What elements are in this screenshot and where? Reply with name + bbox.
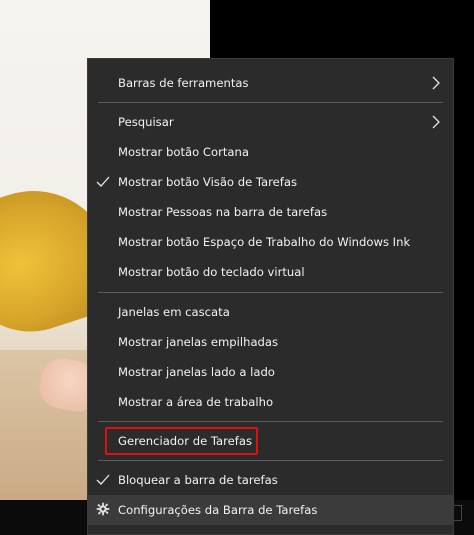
task-manager-highlight-box [105,427,258,455]
menu-item-show-cortana-button[interactable]: Mostrar botão Cortana [88,137,453,167]
menu-item-stacked-windows[interactable]: Mostrar janelas empilhadas [88,327,453,357]
menu-item-show-windows-ink[interactable]: Mostrar botão Espaço de Trabalho do Wind… [88,227,453,257]
checkmark-icon [96,176,110,187]
menu-item-label: Mostrar botão Visão de Tarefas [118,175,298,189]
chevron-right-icon [432,76,440,90]
menu-separator [98,102,443,103]
menu-item-search[interactable]: Pesquisar [88,107,453,137]
menu-separator [98,460,443,461]
menu-item-label: Mostrar janelas empilhadas [118,335,279,349]
menu-item-show-people[interactable]: Mostrar Pessoas na barra de tarefas [88,197,453,227]
checkmark-icon [96,474,110,485]
menu-item-label: Pesquisar [118,115,174,129]
menu-item-label: Mostrar botão do teclado virtual [118,265,305,279]
gear-icon [96,502,110,516]
menu-item-side-by-side-windows[interactable]: Mostrar janelas lado a lado [88,357,453,387]
menu-item-label: Mostrar Pessoas na barra de tarefas [118,205,328,219]
menu-item-toolbars[interactable]: Barras de ferramentas [88,68,453,98]
menu-item-cascade-windows[interactable]: Janelas em cascata [88,297,453,327]
menu-item-show-touch-keyboard[interactable]: Mostrar botão do teclado virtual [88,257,453,287]
menu-item-show-task-view-button[interactable]: Mostrar botão Visão de Tarefas [88,167,453,197]
menu-item-label: Configurações da Barra de Tarefas [118,503,318,517]
menu-item-label: Mostrar janelas lado a lado [118,365,275,379]
taskbar-context-menu: Barras de ferramentas Pesquisar Mostrar … [87,58,454,535]
chevron-right-icon [432,115,440,129]
menu-separator [98,421,443,422]
menu-item-label: Mostrar a área de trabalho [118,395,274,409]
menu-separator [98,292,443,293]
menu-item-taskbar-settings[interactable]: Configurações da Barra de Tarefas [88,495,453,525]
menu-item-show-desktop[interactable]: Mostrar a área de trabalho [88,387,453,417]
menu-item-label: Bloquear a barra de tarefas [118,473,278,487]
menu-item-label: Mostrar botão Cortana [118,145,249,159]
menu-item-label: Mostrar botão Espaço de Trabalho do Wind… [118,235,411,249]
menu-item-label: Janelas em cascata [118,305,230,319]
menu-item-label: Barras de ferramentas [118,76,249,90]
menu-item-lock-taskbar[interactable]: Bloquear a barra de tarefas [88,465,453,495]
